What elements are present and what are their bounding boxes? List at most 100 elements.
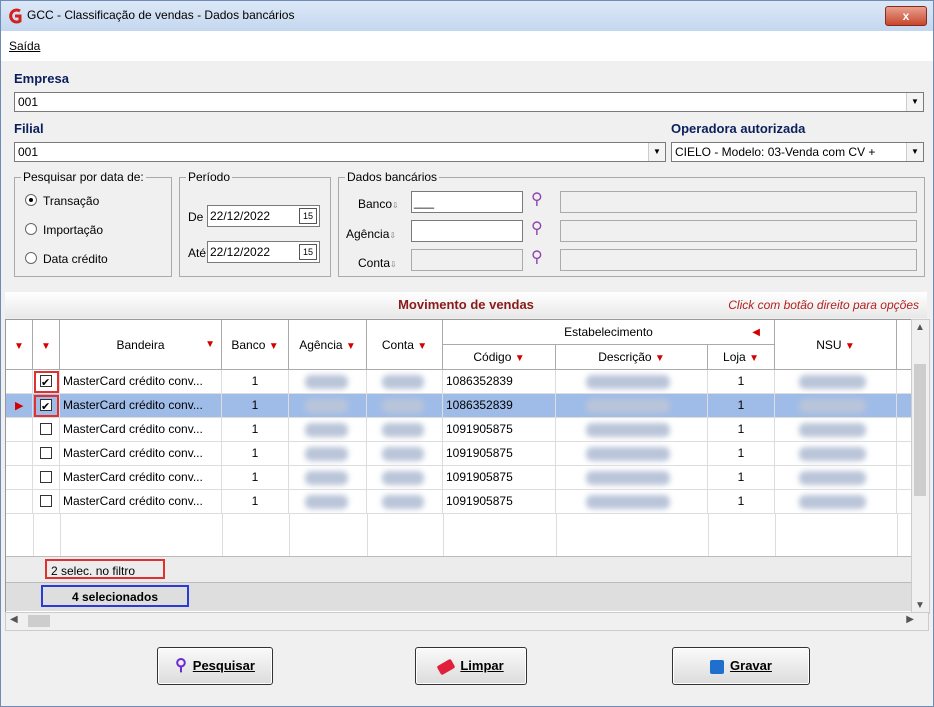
filter-icon[interactable]: ▼ (515, 353, 525, 364)
cell-codigo: 1086352839 (443, 370, 556, 394)
operadora-value: CIELO - Modelo: 03-Venda com CV + (675, 145, 876, 159)
table-row[interactable]: ▶MasterCard crédito conv...110863528391 (6, 394, 912, 418)
scrollbar-thumb[interactable] (914, 364, 926, 496)
scroll-down-icon[interactable]: ▼ (915, 600, 925, 611)
table-row[interactable]: MasterCard crédito conv... 1 1091905875 1 (6, 466, 912, 490)
vertical-scrollbar[interactable]: ▲ ▼ (911, 319, 930, 614)
cell-chk[interactable] (33, 418, 60, 442)
redacted-value (382, 447, 424, 461)
redacted-value (305, 471, 348, 485)
search-icon: ⚲ (175, 657, 187, 674)
redacted-value (305, 375, 348, 389)
check-column-header[interactable]: ▼ (33, 320, 60, 370)
radio-data-credito-label: Data crédito (43, 252, 108, 266)
scroll-right-icon[interactable]: ▶ (906, 614, 914, 625)
calendar-icon[interactable]: 15 (299, 208, 317, 224)
gravar-button[interactable]: Gravar (672, 647, 810, 685)
table-row[interactable]: MasterCard crédito conv...110863528391 (6, 370, 912, 394)
radio-data-credito[interactable]: Data crédito (25, 252, 108, 266)
column-header-banco[interactable]: Banco ▼ (222, 320, 289, 370)
limpar-button[interactable]: Limpar (415, 647, 527, 685)
checkbox-checked-icon[interactable] (40, 372, 52, 393)
cell-chk[interactable] (33, 394, 60, 418)
table-row[interactable]: MasterCard crédito conv... 1 1091905875 1 (6, 418, 912, 442)
filter-icon[interactable]: ▼ (41, 341, 51, 352)
cell-banco: 1 (222, 466, 289, 490)
conta-description-field (560, 249, 917, 271)
filter-icon[interactable]: ▼ (346, 341, 356, 352)
search-agencia-icon[interactable]: ⚲ (531, 220, 549, 238)
cell-ind (6, 442, 33, 466)
filter-icon[interactable]: ▼ (655, 353, 665, 364)
filial-select[interactable]: 001 ▼ (14, 142, 666, 162)
checkbox-icon[interactable] (40, 471, 52, 483)
scroll-left-icon[interactable]: ◀ (10, 614, 18, 625)
filter-sort-icon[interactable]: ▼ (205, 320, 215, 370)
current-row-arrow-icon: ▶ (15, 400, 24, 412)
row-indicator-header[interactable]: ▼ (6, 320, 33, 370)
cell-ind: ▶ (6, 394, 33, 418)
search-conta-icon[interactable]: ⚲ (531, 249, 549, 267)
ate-date-input[interactable]: 22/12/2022 15 (207, 241, 320, 263)
column-bandeira-label: Bandeira (116, 338, 165, 352)
radio-importacao-label: Importação (43, 223, 104, 237)
radio-transacao[interactable]: Transação (25, 194, 99, 208)
title-bar: GCC - Classificação de vendas - Dados ba… (1, 1, 933, 31)
de-date-input[interactable]: 22/12/2022 15 (207, 205, 320, 227)
pesquisar-button[interactable]: ⚲ Pesquisar (157, 647, 273, 685)
calendar-icon[interactable]: 15 (299, 244, 317, 260)
checkbox-icon[interactable] (40, 447, 52, 459)
chevron-left-icon[interactable]: ◀ (752, 320, 760, 345)
column-header-descricao[interactable]: Descrição ▼ (556, 345, 708, 370)
scroll-up-icon[interactable]: ▲ (915, 322, 925, 333)
horizontal-scrollbar[interactable]: ◀ ▶ (5, 612, 929, 631)
chevron-down-icon[interactable]: ▼ (906, 93, 923, 111)
ate-label: Até (188, 246, 207, 260)
empresa-select[interactable]: 001 ▼ (14, 92, 924, 112)
cell-descricao (556, 418, 708, 442)
grid-title-bar: Movimento de vendas Click com botão dire… (5, 292, 927, 318)
cell-chk[interactable] (33, 490, 60, 514)
selected-total-count: 4 selecionados (41, 585, 189, 607)
column-header-bandeira[interactable]: Bandeira ▼ (60, 320, 222, 370)
column-header-loja[interactable]: Loja ▼ (708, 345, 775, 370)
conta-input[interactable] (411, 249, 523, 271)
checkbox-icon[interactable] (40, 495, 52, 507)
cell-chk[interactable] (33, 442, 60, 466)
filter-icon[interactable]: ▼ (269, 341, 279, 352)
banco-value: ___ (414, 195, 435, 209)
filter-icon[interactable]: ▼ (749, 353, 759, 364)
checkbox-checked-icon[interactable] (40, 396, 52, 417)
menu-saida[interactable]: Saída (9, 39, 40, 53)
cell-chk[interactable] (33, 370, 60, 394)
agencia-label: Agência⇩ (346, 227, 397, 241)
agencia-input[interactable] (411, 220, 523, 242)
banco-input[interactable]: ___ (411, 191, 523, 213)
cell-codigo: 1091905875 (443, 466, 556, 490)
cell-chk[interactable] (33, 466, 60, 490)
sales-grid[interactable]: ▼ ▼ Bandeira ▼ Banco ▼ Agência ▼ Conta ▼… (5, 319, 913, 614)
search-banco-icon[interactable]: ⚲ (531, 191, 549, 209)
cell-banco: 1 (222, 418, 289, 442)
operadora-select[interactable]: CIELO - Modelo: 03-Venda com CV + ▼ (671, 142, 924, 162)
chevron-down-icon[interactable]: ▼ (906, 143, 923, 161)
cell-loja: 1 (708, 490, 775, 514)
banco-label: Banco⇩ (358, 197, 399, 211)
radio-icon (25, 252, 37, 264)
radio-importacao[interactable]: Importação (25, 223, 103, 237)
redacted-value (586, 471, 670, 485)
column-header-nsu[interactable]: NSU ▼ (775, 320, 897, 370)
column-header-conta[interactable]: Conta ▼ (367, 320, 443, 370)
filter-icon[interactable]: ▼ (417, 341, 427, 352)
table-row[interactable]: MasterCard crédito conv... 1 1091905875 1 (6, 490, 912, 514)
chevron-down-icon[interactable]: ▼ (648, 143, 665, 161)
checkbox-icon[interactable] (40, 423, 52, 435)
eraser-icon (436, 658, 456, 675)
table-row[interactable]: MasterCard crédito conv... 1 1091905875 1 (6, 442, 912, 466)
filter-icon[interactable]: ▼ (845, 341, 855, 352)
hscrollbar-thumb[interactable] (28, 615, 50, 627)
column-header-codigo[interactable]: Código ▼ (443, 345, 556, 370)
close-button[interactable]: x (885, 6, 927, 26)
column-header-agencia[interactable]: Agência ▼ (289, 320, 367, 370)
dados-bancarios-caption: Dados bancários (345, 170, 440, 184)
